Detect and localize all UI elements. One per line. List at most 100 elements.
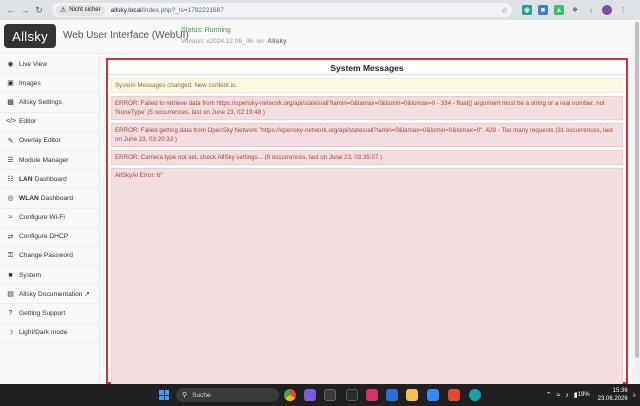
messages-changed-notice: System Messages changed. New content is: bbox=[111, 78, 623, 93]
download-icon[interactable]: ↓ bbox=[586, 5, 596, 15]
chevron-up-icon[interactable]: ⌃ bbox=[546, 391, 552, 399]
sidebar-item-live-view[interactable]: ◉ Live View bbox=[0, 55, 99, 75]
app-icon[interactable] bbox=[386, 389, 398, 401]
url-host: allsky.local bbox=[110, 6, 142, 14]
more-menu-icon[interactable]: ⋮ bbox=[618, 5, 628, 15]
error-message: AllSkyAI Error: b'' bbox=[111, 168, 623, 394]
windows-start-icon[interactable] bbox=[159, 390, 169, 400]
extension-icon[interactable]: ■ bbox=[538, 5, 548, 15]
dot-circle-icon: ◎ bbox=[7, 195, 14, 203]
clock-date: 23.06.2026 bbox=[597, 396, 628, 402]
reload-icon[interactable]: ↻ bbox=[32, 3, 46, 17]
browser-toolbar: ← → ↻ ⚠ Nicht sicher allsky.local/index.… bbox=[0, 0, 640, 20]
bookmark-star-icon[interactable]: ☆ bbox=[501, 6, 508, 15]
edge-icon[interactable] bbox=[469, 389, 481, 401]
sidebar-item-label: Overlay Editor bbox=[19, 137, 61, 145]
version-text: Version: v2024.12.06_06 on Allsky bbox=[181, 38, 287, 45]
sidebar-item-label: Allsky Settings bbox=[19, 98, 62, 106]
clock[interactable]: 15:36 23.06.2026 bbox=[598, 387, 628, 403]
allsky-logo[interactable]: Allsky bbox=[4, 24, 56, 48]
sidebar-item-overlay-editor[interactable]: ✎ Overlay Editor bbox=[0, 132, 99, 151]
app-icon[interactable] bbox=[304, 389, 316, 401]
sidebar-item-label: Allsky Documentation bbox=[19, 290, 83, 298]
book-icon: ▤ bbox=[7, 291, 14, 299]
sidebar-item-bold: LAN bbox=[19, 175, 33, 183]
profile-avatar[interactable] bbox=[602, 5, 612, 15]
app-header: Allsky Web User Interface (WebUI) Status… bbox=[0, 20, 634, 54]
network-icon: ☷ bbox=[7, 176, 14, 184]
eye-icon: ◉ bbox=[7, 61, 14, 69]
page-scrollbar[interactable] bbox=[634, 20, 640, 384]
search-icon: ⚲ bbox=[182, 392, 188, 399]
sidebar-item-system[interactable]: ■ System bbox=[0, 266, 99, 286]
sidebar: ◉ Live View ▣ Images ▩ Allsky Settings </> E… bbox=[0, 55, 100, 384]
edit-icon: ✎ bbox=[7, 137, 14, 145]
battery-percent: 19% bbox=[577, 392, 590, 398]
main-content: System Messages System Messages changed.… bbox=[101, 55, 634, 394]
sidebar-item-module-manager[interactable]: ☰ Module Manager bbox=[0, 151, 99, 171]
sidebar-item-editor[interactable]: </> Editor bbox=[0, 113, 99, 132]
lightbulb-icon: ☽ bbox=[7, 329, 14, 337]
security-chip[interactable]: ⚠ Nicht sicher bbox=[56, 4, 105, 16]
volume-icon[interactable]: ♪ bbox=[565, 392, 569, 399]
webui-title: Web User Interface (WebUI) bbox=[63, 30, 189, 41]
warning-icon: ⚠ bbox=[60, 7, 67, 14]
url-text[interactable]: allsky.local/index.php?_ts=1782221687 bbox=[111, 7, 224, 14]
sidebar-item-allsky-settings[interactable]: ▩ Allsky Settings bbox=[0, 93, 99, 113]
address-bar[interactable]: ⚠ Nicht sicher allsky.local/index.php?_t… bbox=[52, 3, 512, 17]
taskbar-search[interactable]: ⚲ Suche bbox=[176, 388, 279, 402]
sidebar-item-wlan-dashboard[interactable]: ◎ WLAN Dashboard bbox=[0, 189, 99, 209]
error-message: ERROR: Camera type not set, check AllSky… bbox=[111, 150, 623, 165]
sidebar-item-light-dark-mode[interactable]: ☽ Light/Dark mode bbox=[0, 324, 99, 343]
forward-icon[interactable]: → bbox=[18, 3, 32, 17]
app-icon[interactable] bbox=[427, 389, 439, 401]
security-chip-label: Nicht sicher bbox=[69, 7, 101, 13]
app-icon[interactable] bbox=[448, 389, 460, 401]
sidebar-item-configure-dhcp[interactable]: ⇄ Configure DHCP bbox=[0, 228, 99, 247]
sidebar-item-allsky-documentation[interactable]: ▤ Allsky Documentation ↗ bbox=[0, 285, 99, 305]
status-text: Status: Running bbox=[181, 27, 231, 34]
taskbar: ⚲ Suche ⌃ ≈ ♪ ▮ 19% 15:36 23.06.2026 ♭ bbox=[0, 384, 640, 406]
external-link-icon: ↗ bbox=[84, 291, 90, 299]
sidebar-item-change-password[interactable]: ⚿ Change Password bbox=[0, 247, 99, 267]
version-on: on bbox=[256, 38, 264, 45]
sidebar-item-bold: WLAN bbox=[19, 194, 39, 202]
file-explorer-icon[interactable] bbox=[406, 389, 418, 401]
app-icon[interactable] bbox=[366, 389, 378, 401]
url-path: /index.php?_ts=1782221687 bbox=[141, 6, 224, 14]
system-tray: ⌃ ≈ ♪ ▮ 19% 15:36 23.06.2026 ♭ bbox=[541, 387, 636, 403]
sidebar-item-label: Module Manager bbox=[19, 156, 69, 164]
app-icon[interactable] bbox=[346, 389, 358, 401]
sidebar-item-label: Configure DHCP bbox=[19, 233, 69, 241]
question-icon: ? bbox=[8, 310, 13, 318]
sidebar-item-lan-dashboard[interactable]: ☷ LAN Dashboard bbox=[0, 170, 99, 190]
bars-icon: ☰ bbox=[7, 157, 14, 165]
clock-time: 15:36 bbox=[612, 388, 628, 394]
wifi-icon: ≈ bbox=[8, 214, 13, 222]
sidebar-item-label: Change Password bbox=[19, 252, 73, 260]
wifi-icon[interactable]: ≈ bbox=[556, 392, 560, 399]
error-message: ERROR: Failed to retrieve data from http… bbox=[111, 96, 623, 120]
exchange-icon: ⇄ bbox=[7, 233, 14, 241]
puzzle-icon[interactable]: ❖ bbox=[570, 5, 580, 15]
cube-icon: ■ bbox=[8, 271, 13, 279]
sidebar-item-label: Light/Dark mode bbox=[19, 329, 68, 337]
host-name: Allsky bbox=[267, 38, 287, 45]
sidebar-item-getting-support[interactable]: ? Getting Support bbox=[0, 304, 99, 324]
system-messages-panel: System Messages System Messages changed.… bbox=[106, 58, 628, 394]
sidebar-item-images[interactable]: ▣ Images bbox=[0, 74, 99, 94]
sidebar-item-label: Configure Wi-Fi bbox=[19, 214, 65, 222]
back-icon[interactable]: ← bbox=[4, 3, 18, 17]
extension-icon[interactable]: ▲ bbox=[554, 5, 564, 15]
chrome-app-icon[interactable] bbox=[284, 389, 296, 401]
task-view-icon[interactable] bbox=[324, 389, 336, 401]
extension-icon[interactable]: ◉ bbox=[522, 5, 532, 15]
sidebar-item-label: Images bbox=[19, 79, 41, 87]
error-message: ERROR: Failed getting data from OpenSky … bbox=[111, 123, 623, 147]
notification-bell-icon[interactable]: ♭ bbox=[633, 391, 636, 399]
sidebar-item-configure-wifi[interactable]: ≈ Configure Wi-Fi bbox=[0, 209, 99, 228]
scrollbar-thumb[interactable] bbox=[635, 22, 639, 358]
sidebar-item-label: Getting Support bbox=[19, 310, 66, 318]
lock-icon: ⚿ bbox=[7, 251, 14, 259]
version-label: Version: v2024.12.06_06 bbox=[181, 38, 253, 45]
